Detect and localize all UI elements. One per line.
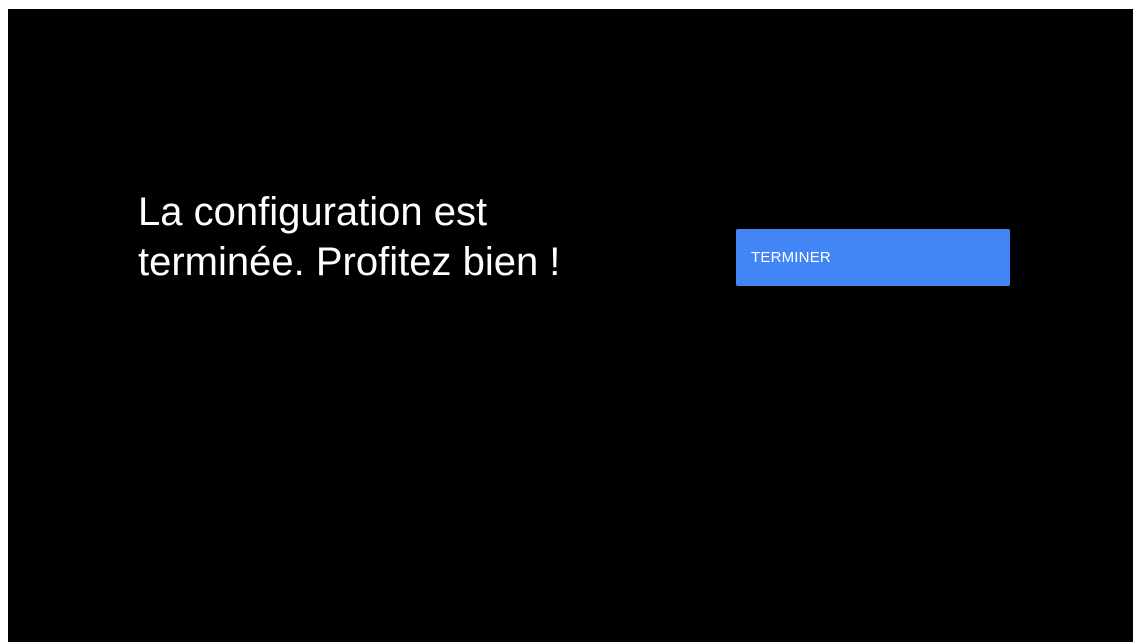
completion-message-line-1: La configuration est [138, 190, 488, 234]
setup-complete-screen: La configuration est terminée. Profitez … [8, 9, 1133, 642]
completion-message-line-2: terminée. Profitez bien ! [138, 240, 561, 284]
finish-button[interactable]: TERMINER [736, 229, 1010, 286]
completion-message: La configuration est terminée. Profitez … [138, 187, 638, 287]
